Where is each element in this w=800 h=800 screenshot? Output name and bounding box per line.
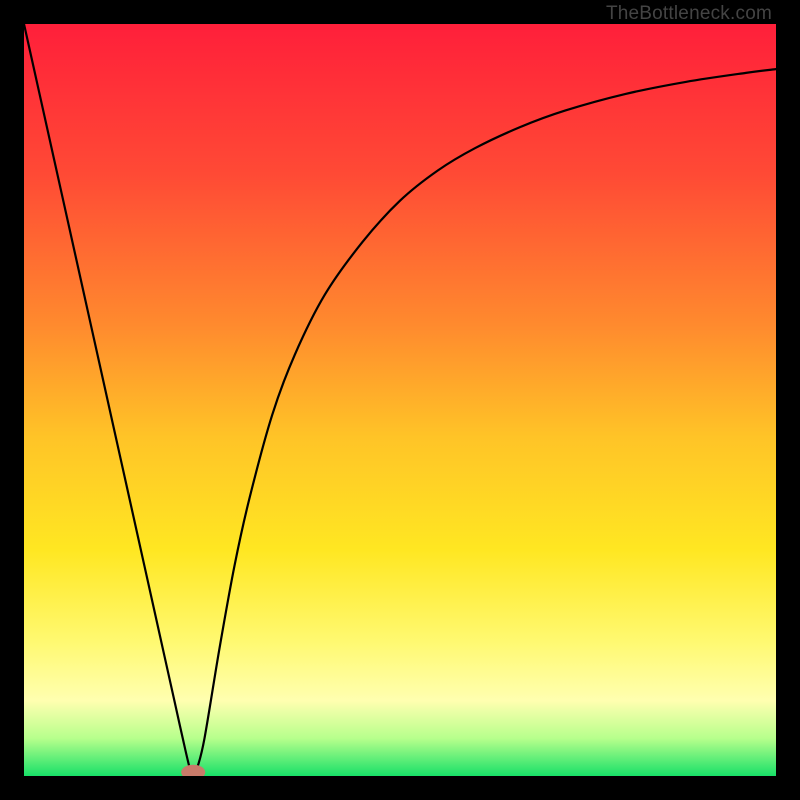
watermark-label: TheBottleneck.com	[606, 3, 772, 25]
bottleneck-chart	[24, 24, 776, 776]
gradient-background	[24, 24, 776, 776]
chart-frame	[24, 24, 776, 776]
